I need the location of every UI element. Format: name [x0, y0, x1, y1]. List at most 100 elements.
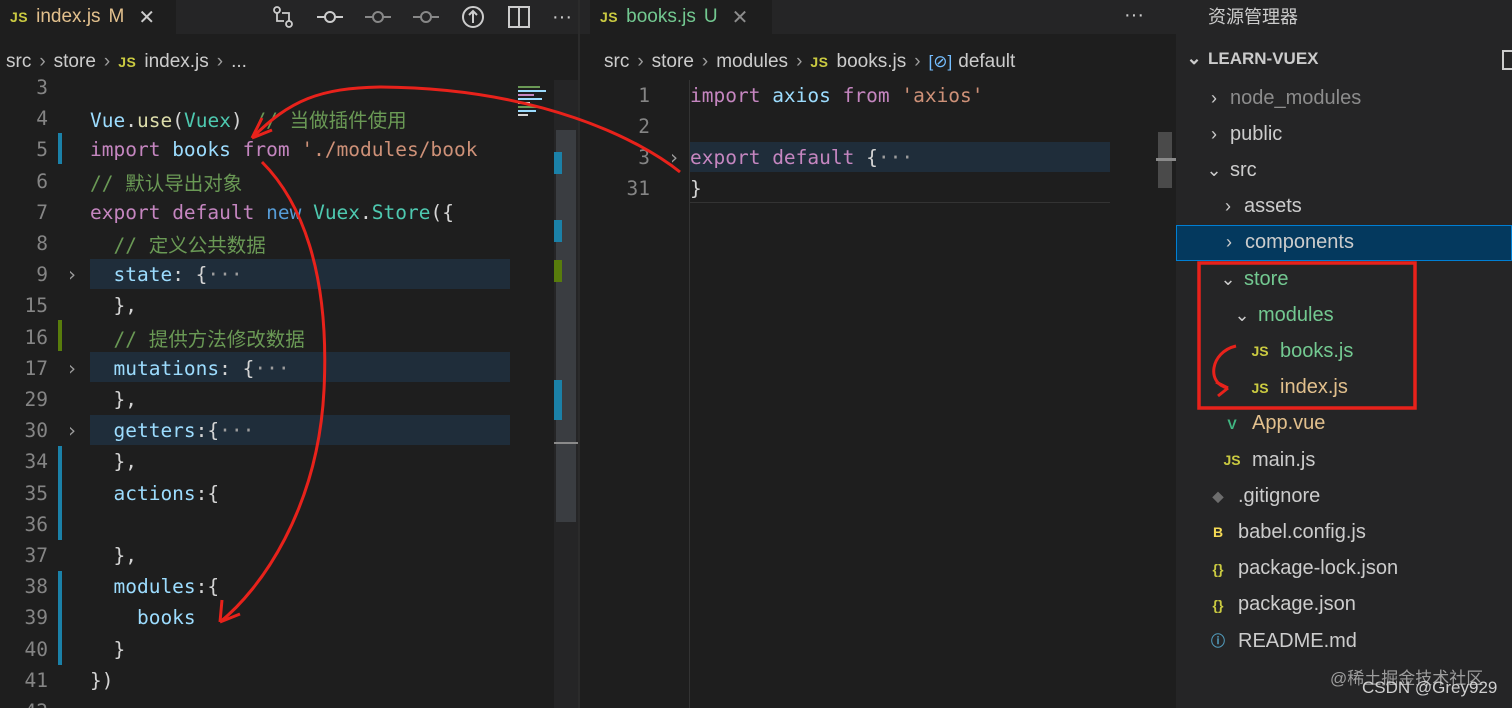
open-changes-icon[interactable]	[270, 4, 296, 30]
breadcrumb-modules[interactable]: modules	[716, 51, 788, 73]
code-line[interactable]: 30 › getters:{···	[0, 415, 255, 446]
fold-chevron-icon[interactable]: ›	[668, 146, 680, 169]
vertical-scrollbar[interactable]	[554, 80, 578, 708]
line-number: 7	[36, 200, 48, 224]
code-line[interactable]: 34 },	[0, 446, 137, 477]
code-line[interactable]: 17 › mutations: {···	[0, 353, 290, 384]
close-icon[interactable]: ✕	[732, 5, 749, 30]
chevron-right-icon: ›	[637, 51, 644, 72]
tab-index-js[interactable]: JS index.js M ✕	[0, 0, 176, 34]
tree-item-store[interactable]: ⌄ store	[1176, 261, 1512, 297]
fold-chevron-icon[interactable]: ›	[66, 419, 78, 442]
tree-item-src[interactable]: ⌄ src	[1176, 152, 1512, 188]
code-line[interactable]: 38 modules:{	[0, 571, 220, 602]
code-text: },	[90, 544, 137, 567]
tree-item-public[interactable]: › public	[1176, 116, 1512, 152]
chevron-right-icon: ›	[914, 51, 921, 72]
tree-item-index-js[interactable]: JS index.js	[1176, 370, 1512, 406]
tree-item-books-js[interactable]: JS books.js	[1176, 333, 1512, 369]
code-line[interactable]: 37 },	[0, 540, 137, 571]
gutter-divider	[689, 80, 690, 708]
left-tabbar: JS index.js M ✕ ···	[0, 0, 578, 34]
code-line[interactable]: 3 › export default {···	[602, 142, 913, 173]
line-number: 29	[24, 388, 48, 411]
more-actions-icon[interactable]: ···	[552, 6, 572, 29]
code-line[interactable]: 5 import books from './modules/book	[0, 134, 477, 165]
tree-item-label: assets	[1244, 195, 1302, 218]
line-number: 17	[24, 356, 48, 380]
chevron-right-icon: ›	[796, 51, 803, 72]
fold-chevron-icon[interactable]: ›	[66, 357, 78, 380]
code-line[interactable]: 6 // 默认导出对象	[0, 166, 242, 197]
right-editor-group: JS books.js U ✕ ··· src › store › module…	[580, 0, 1176, 708]
minimap[interactable]	[512, 80, 554, 708]
tree-item-modules[interactable]: ⌄ modules	[1176, 297, 1512, 333]
breadcrumb-ellipsis[interactable]: ...	[231, 51, 247, 73]
tree-item-app-vue[interactable]: V App.vue	[1176, 406, 1512, 442]
breadcrumb-symbol[interactable]: default	[958, 51, 1015, 73]
code-line[interactable]: 40 }	[0, 634, 126, 665]
code-line[interactable]: 39 books	[0, 602, 196, 633]
next-change-icon[interactable]	[412, 4, 440, 30]
breadcrumb-file[interactable]: index.js	[144, 51, 208, 73]
tree-item-package-lock-json[interactable]: {} package-lock.json	[1176, 551, 1512, 587]
breadcrumb-src[interactable]: src	[6, 51, 31, 73]
collapse-folders-icon[interactable]	[1502, 50, 1512, 70]
code-line[interactable]: 36	[0, 509, 48, 540]
line-number: 30	[24, 419, 48, 443]
code-text: getters:{···	[90, 419, 255, 443]
git-commit-icon[interactable]	[316, 4, 344, 30]
chevron-right-icon: ›	[216, 51, 224, 72]
fold-chevron-icon[interactable]: ›	[66, 263, 78, 286]
code-text: },	[90, 294, 137, 318]
timeline-icon[interactable]	[460, 4, 486, 30]
tree-item-node-modules[interactable]: › node_modules	[1176, 80, 1512, 116]
code-line[interactable]: 41})	[0, 665, 114, 696]
code-line[interactable]: 15 },	[0, 290, 137, 321]
breadcrumb-src[interactable]: src	[604, 51, 629, 73]
breadcrumb-store[interactable]: store	[54, 51, 96, 73]
vertical-scrollbar[interactable]	[1156, 80, 1176, 708]
tree-item-label: babel.config.js	[1238, 520, 1366, 543]
code-text: import books from './modules/book	[90, 138, 478, 162]
code-line[interactable]: 8 // 定义公共数据	[0, 228, 265, 259]
code-line[interactable]: 31}	[602, 173, 702, 204]
editor-toolbar: ···	[270, 0, 572, 34]
chevron-down-icon: ⌄	[1234, 304, 1250, 325]
code-text: modules:{	[90, 575, 220, 599]
code-line[interactable]: 35 actions:{	[0, 478, 220, 509]
info-file-icon: ⓘ	[1211, 633, 1225, 649]
chevron-down-icon: ⌄	[1186, 48, 1202, 68]
code-line[interactable]: 29 },	[0, 384, 137, 415]
tab-books-js[interactable]: JS books.js U ✕	[590, 0, 772, 34]
code-line[interactable]: 4 Vue.use(Vuex) // 当做插件使用	[0, 103, 406, 134]
line-number: 41	[24, 668, 48, 692]
code-text: // 提供方法修改数据	[90, 327, 305, 351]
code-line[interactable]: 2	[602, 111, 650, 142]
breadcrumb-store[interactable]: store	[652, 51, 694, 73]
more-actions-icon[interactable]: ···	[1124, 4, 1144, 27]
breadcrumb-file[interactable]: books.js	[837, 51, 907, 73]
close-icon[interactable]: ✕	[138, 5, 155, 30]
code-line[interactable]: 9 › state: {···	[0, 259, 242, 290]
code-line[interactable]: 42	[0, 696, 48, 708]
code-text: export default {···	[690, 146, 914, 169]
scrollbar-thumb[interactable]	[556, 130, 576, 522]
tree-item--gitignore[interactable]: ◆ .gitignore	[1176, 478, 1512, 514]
tree-item-assets[interactable]: › assets	[1176, 189, 1512, 225]
tree-item-label: package.json	[1238, 593, 1356, 616]
explorer-root-folder[interactable]: ⌄ LEARN-VUEX	[1184, 48, 1318, 69]
code-line[interactable]: 3	[0, 72, 48, 103]
tree-item-readme-md[interactable]: ⓘ README.md	[1176, 623, 1512, 659]
tree-item-babel-config-js[interactable]: Bbabel.config.js	[1176, 514, 1512, 550]
git-file-icon: ◆	[1212, 487, 1224, 504]
split-editor-icon[interactable]	[506, 4, 532, 30]
code-line[interactable]: 1 import axios from 'axios'	[602, 80, 983, 111]
tree-item-main-js[interactable]: JS main.js	[1176, 442, 1512, 478]
tree-item-package-json[interactable]: {} package.json	[1176, 587, 1512, 623]
code-line[interactable]: 16 // 提供方法修改数据	[0, 322, 305, 353]
previous-change-icon[interactable]	[364, 4, 392, 30]
explorer-title: 资源管理器	[1208, 7, 1298, 27]
code-line[interactable]: 7 export default new Vuex.Store({	[0, 197, 454, 228]
tree-item-components[interactable]: › components	[1176, 224, 1512, 261]
